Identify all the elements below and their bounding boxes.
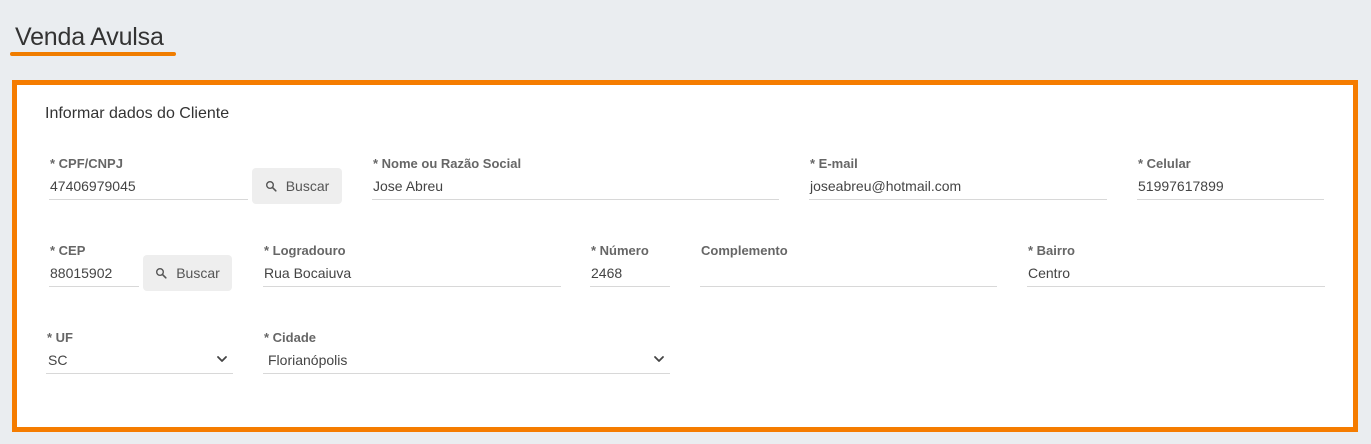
bairro-input[interactable]: Centro (1028, 265, 1070, 281)
bairro-underline (1027, 286, 1325, 287)
page-title-underline (10, 52, 176, 56)
cep-input[interactable]: 88015902 (50, 265, 112, 281)
cep-field[interactable]: * CEP 88015902 (49, 243, 139, 289)
logradouro-underline (263, 286, 561, 287)
cidade-selected-value[interactable]: Florianópolis (268, 352, 347, 368)
uf-select[interactable]: * UF SC (46, 330, 233, 376)
cpf-cnpj-input[interactable]: 47406979045 (50, 178, 136, 194)
buscar-cpf-label: Buscar (285, 178, 330, 194)
logradouro-field[interactable]: * Logradouro Rua Bocaiuva (263, 243, 561, 289)
nome-input[interactable]: Jose Abreu (373, 178, 443, 194)
search-icon (265, 181, 277, 192)
uf-underline (46, 373, 233, 374)
email-input[interactable]: joseabreu@hotmail.com (810, 178, 961, 194)
chevron-down-icon[interactable] (215, 352, 229, 366)
numero-label: * Número (591, 243, 649, 258)
cidade-select[interactable]: * Cidade Florianópolis (263, 330, 670, 376)
cpf-cnpj-label: * CPF/CNPJ (50, 156, 123, 171)
buscar-cep-label: Buscar (176, 265, 220, 281)
complemento-underline (700, 286, 997, 287)
client-form-card: Informar dados do Cliente * CPF/CNPJ 474… (12, 80, 1358, 432)
numero-field[interactable]: * Número 2468 (590, 243, 670, 289)
celular-label: * Celular (1138, 156, 1191, 171)
cpf-cnpj-field[interactable]: * CPF/CNPJ 47406979045 (49, 156, 248, 202)
email-field[interactable]: * E-mail joseabreu@hotmail.com (809, 156, 1107, 202)
numero-underline (590, 286, 670, 287)
nome-field[interactable]: * Nome ou Razão Social Jose Abreu (372, 156, 779, 202)
cep-underline (49, 286, 139, 287)
page-title: Venda Avulsa (15, 23, 164, 51)
celular-input[interactable]: 51997617899 (1138, 178, 1224, 194)
celular-field[interactable]: * Celular 51997617899 (1137, 156, 1324, 202)
cidade-underline (263, 373, 670, 374)
complemento-label: Complemento (701, 243, 788, 258)
nome-label: * Nome ou Razão Social (373, 156, 522, 171)
complemento-field[interactable]: Complemento (700, 243, 997, 289)
uf-selected-value[interactable]: SC (48, 352, 67, 368)
bairro-label: * Bairro (1028, 243, 1075, 258)
cep-label: * CEP (50, 243, 86, 258)
email-label: * E-mail (810, 156, 858, 171)
celular-underline (1137, 199, 1324, 200)
cpf-cnpj-underline (49, 199, 248, 200)
chevron-down-icon[interactable] (652, 352, 666, 366)
section-title: Informar dados do Cliente (45, 105, 230, 122)
buscar-cpf-button[interactable]: Buscar (252, 168, 342, 204)
bairro-field[interactable]: * Bairro Centro (1027, 243, 1325, 289)
cidade-label: * Cidade (264, 330, 317, 345)
uf-label: * UF (47, 330, 73, 345)
search-icon (156, 268, 167, 279)
logradouro-label: * Logradouro (264, 243, 346, 258)
logradouro-input[interactable]: Rua Bocaiuva (264, 265, 351, 281)
email-underline (809, 199, 1107, 200)
buscar-cep-button[interactable]: Buscar (143, 255, 232, 291)
nome-underline (372, 199, 779, 200)
numero-input[interactable]: 2468 (591, 265, 622, 281)
